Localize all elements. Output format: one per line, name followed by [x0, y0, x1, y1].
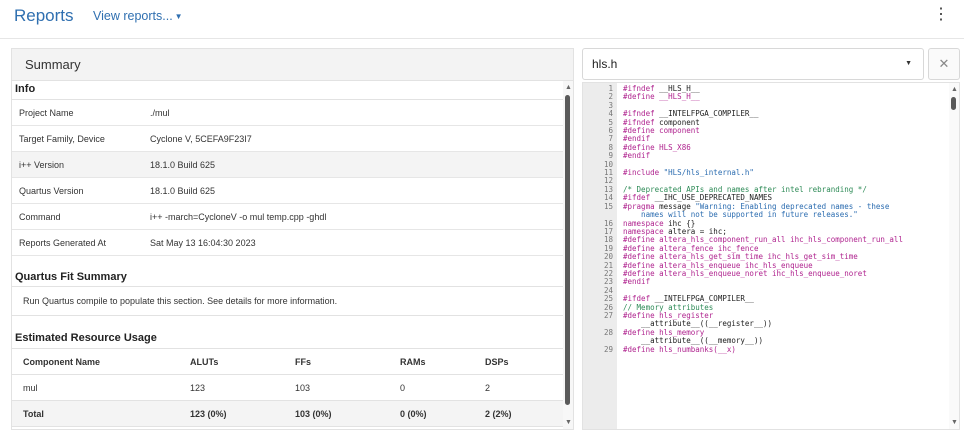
table-row: mul 123 103 0 2 — [12, 374, 563, 400]
info-key: Quartus Version — [19, 186, 84, 196]
info-value: 18.1.0 Build 625 — [150, 186, 216, 196]
table-cell: Total — [23, 409, 44, 419]
info-row: Project Name ./mul — [12, 100, 563, 126]
column-header: RAMs — [400, 357, 426, 367]
dropdown-caret-icon: ▼ — [905, 60, 912, 67]
info-table: Project Name ./mul Target Family, Device Cy… — [12, 100, 563, 256]
info-value: Sat May 13 16:04:30 2023 — [150, 238, 256, 248]
info-value: Cyclone V, 5CEFA9F23I7 — [150, 134, 252, 144]
code-line: 11 #include "HLS/hls_internal.h" — [583, 168, 949, 178]
info-title: Info — [12, 81, 563, 100]
table-cell: 103 (0%) — [295, 409, 332, 419]
fit-summary-title: Quartus Fit Summary — [15, 271, 127, 283]
code-line: 2 #define __HLS_H__ — [583, 92, 949, 101]
code-token: #endif — [623, 277, 651, 287]
caret-down-icon: ▼ — [174, 12, 183, 21]
more-options-icon[interactable]: ⋮ — [933, 6, 949, 24]
summary-scrollbar[interactable]: ▲ ▼ — [563, 81, 573, 429]
code-token: #define __HLS_H__ — [623, 92, 700, 102]
code-token: #endif — [623, 151, 651, 161]
top-bar: Reports View reports... ▼ ⋮ — [0, 0, 964, 39]
code-editor[interactable]: 1 #ifndef __HLS_H__ 2 #define __HLS_H__ 3 4 #i… — [582, 82, 960, 430]
code-line: 9 #endif — [583, 151, 949, 160]
line-number: 28 — [603, 327, 613, 337]
code-text: #define altera_hls_enqueue_noret ihc_hls… — [613, 268, 867, 278]
view-reports-label: View reports... — [93, 9, 173, 23]
scroll-down-icon[interactable]: ▼ — [565, 419, 572, 426]
table-cell: mul — [23, 383, 38, 393]
code-lines: 1 #ifndef __HLS_H__ 2 #define __HLS_H__ 3 4 #i… — [583, 84, 949, 354]
summary-heading: Summary — [12, 49, 573, 81]
resource-usage-table: Component Name ALUTs FFs RAMs DSPs mul 123 103 0… — [12, 348, 563, 427]
column-header: DSPs — [485, 357, 509, 367]
code-text: #define __HLS_H__ — [613, 93, 700, 101]
info-key: i++ Version — [19, 160, 65, 170]
table-header-row: Component Name ALUTs FFs RAMs DSPs — [12, 348, 563, 374]
code-token: "HLS/hls_internal.h" — [659, 168, 754, 178]
info-key: Target Family, Device — [19, 134, 105, 144]
scroll-down-icon[interactable]: ▼ — [951, 419, 958, 426]
scrollbar-thumb[interactable] — [565, 95, 570, 405]
code-scrollbar[interactable]: ▲ ▼ — [949, 83, 959, 429]
table-cell: 123 (0%) — [190, 409, 227, 419]
close-file-button[interactable]: ✕ — [928, 48, 960, 80]
column-header: FFs — [295, 357, 312, 367]
table-cell: 103 — [295, 383, 311, 393]
view-reports-menu[interactable]: View reports... ▼ — [93, 9, 183, 23]
resource-usage-title: Estimated Resource Usage — [15, 332, 157, 344]
total-row: Total 123 (0%) 103 (0%) 0 (0%) 2 (2%) — [12, 400, 563, 427]
code-text: #endif — [613, 152, 650, 160]
info-value: 18.1.0 Build 625 — [150, 160, 216, 170]
info-value: i++ -march=CycloneV -o mul temp.cpp -ghd… — [150, 212, 327, 222]
table-cell: 2 — [485, 383, 491, 393]
scroll-up-icon[interactable]: ▲ — [565, 84, 572, 91]
code-text: #define hls_numbanks(__x) — [613, 344, 736, 354]
table-cell: 123 — [190, 383, 206, 393]
summary-content: Info Project Name ./mul Target Family, Dev… — [12, 81, 563, 429]
info-key: Reports Generated At — [19, 238, 107, 248]
info-row: Quartus Version 18.1.0 Build 625 — [12, 178, 563, 204]
table-cell: 0 (0%) — [400, 409, 427, 419]
info-row: Target Family, Device Cyclone V, 5CEFA9F2… — [12, 126, 563, 152]
info-value: ./mul — [150, 108, 170, 118]
line-number: 29 — [603, 344, 613, 354]
code-token: #define altera_hls_enqueue_noret ihc_hls… — [623, 268, 867, 278]
info-row: Reports Generated At Sat May 13 16:04:30 … — [12, 230, 563, 256]
info-key: Command — [19, 212, 61, 222]
code-token: #define hls_numbanks(__x) — [623, 344, 736, 354]
close-icon: ✕ — [938, 56, 950, 71]
line-number: 27 — [603, 310, 613, 320]
scrollbar-thumb[interactable] — [951, 97, 956, 110]
selected-file-name: hls.h — [592, 57, 618, 71]
page-title[interactable]: Reports — [14, 6, 74, 26]
code-token: #include — [623, 168, 660, 178]
summary-panel: Summary Info Project Name ./mul Target Fam… — [11, 48, 574, 430]
table-cell: 0 — [400, 383, 406, 393]
column-header: Component Name — [23, 357, 101, 367]
code-line: 23 #endif — [583, 277, 949, 286]
scroll-up-icon[interactable]: ▲ — [951, 86, 958, 93]
column-header: ALUTs — [190, 357, 219, 367]
table-cell: 2 (2%) — [485, 409, 512, 419]
file-select[interactable]: hls.h ▼ — [582, 48, 924, 80]
fit-summary-message: Run Quartus compile to populate this sec… — [12, 286, 563, 316]
info-key: Project Name — [19, 108, 74, 118]
line-number: 15 — [603, 201, 613, 211]
code-text: #endif — [613, 278, 650, 286]
info-row: i++ Version 18.1.0 Build 625 — [12, 152, 563, 178]
info-row: Command i++ -march=CycloneV -o mul temp.c… — [12, 204, 563, 230]
code-text: #include "HLS/hls_internal.h" — [613, 168, 754, 178]
code-line: 29 #define hls_numbanks(__x) — [583, 344, 949, 354]
